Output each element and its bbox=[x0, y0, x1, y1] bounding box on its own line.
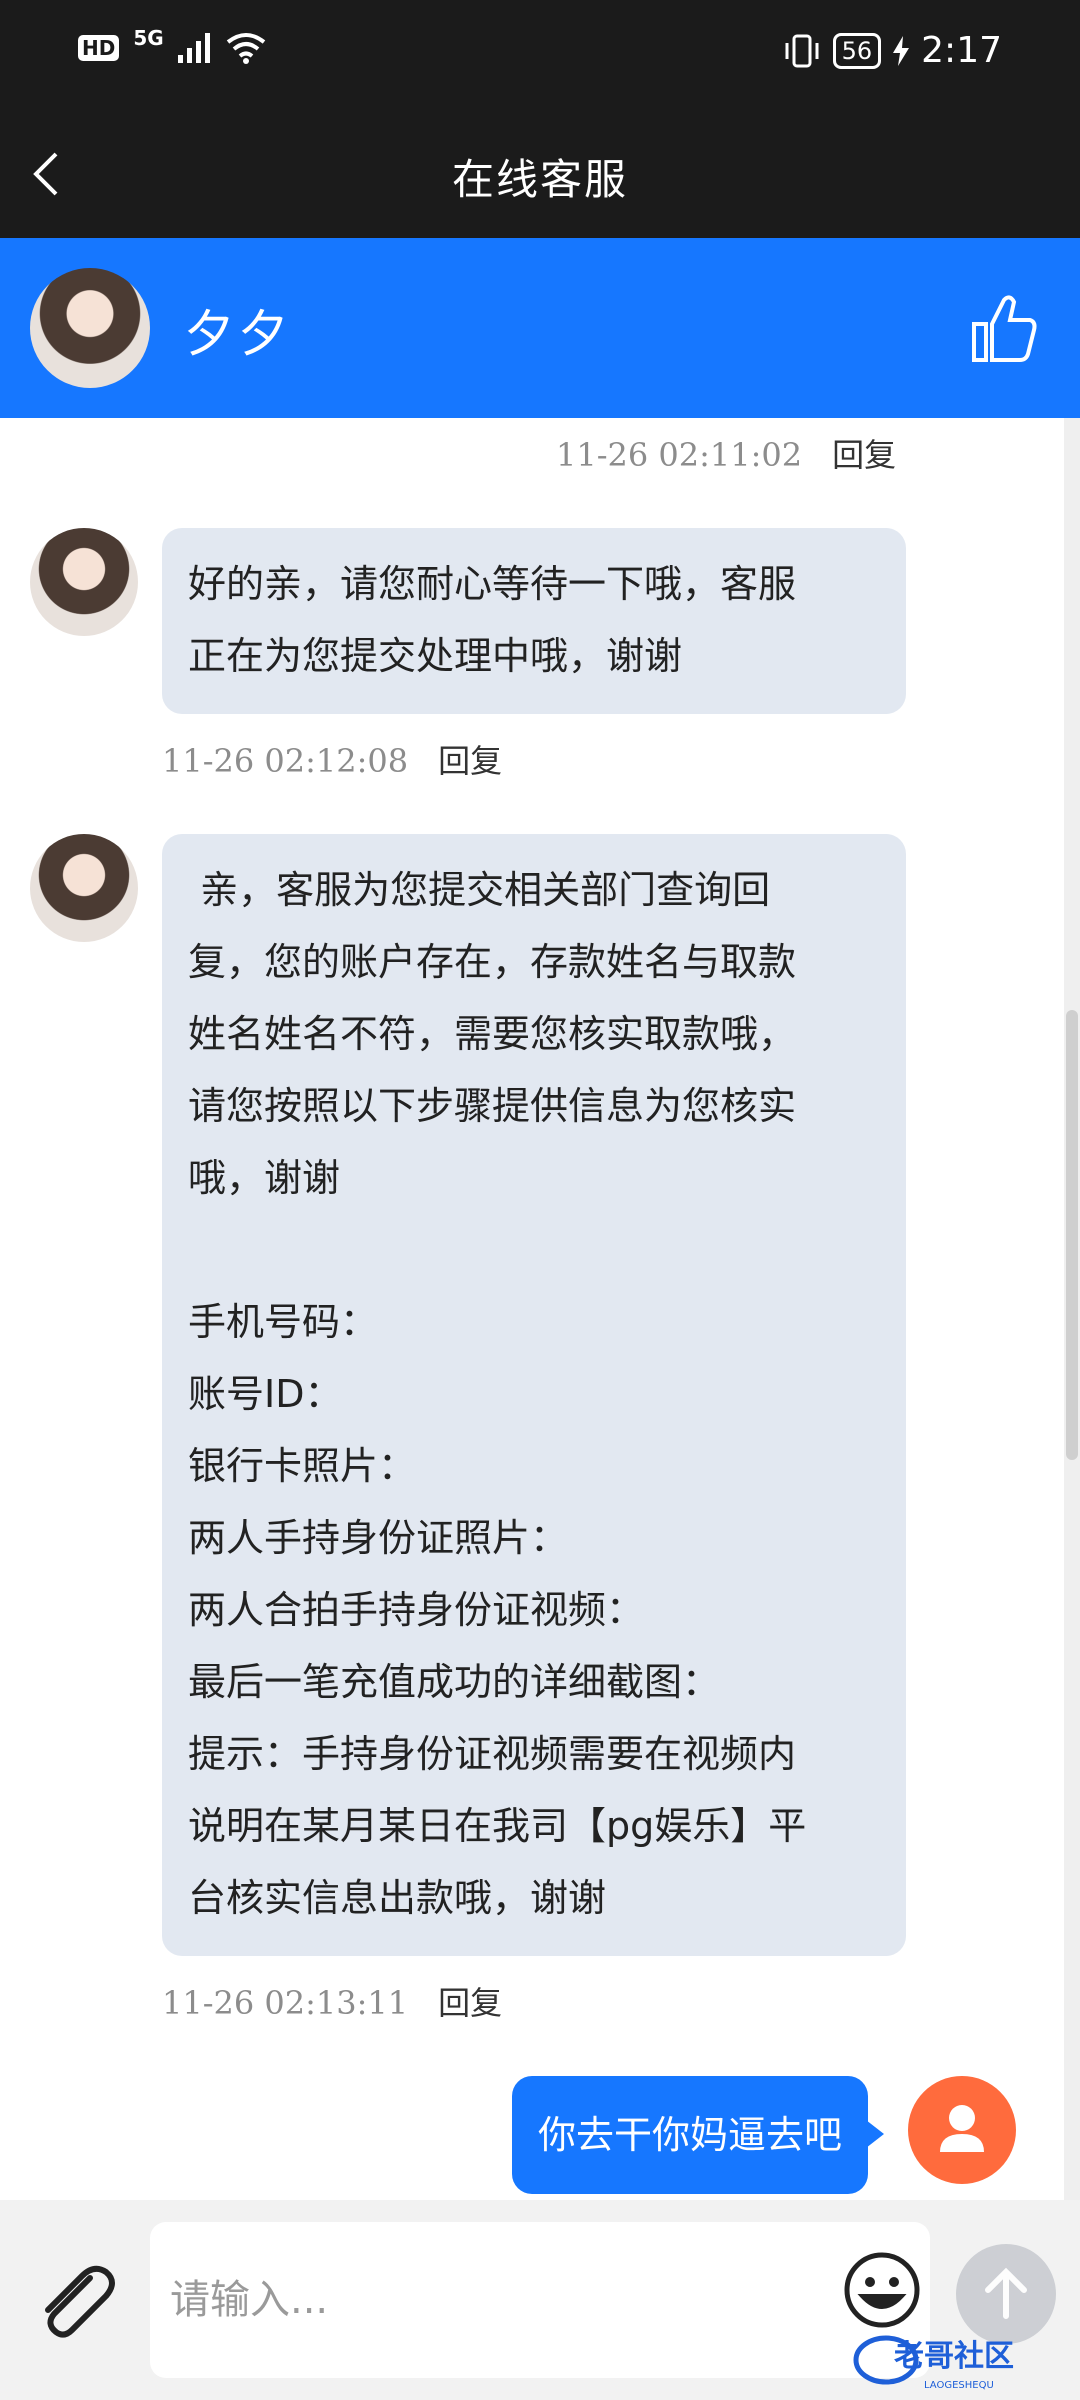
paperclip-icon[interactable] bbox=[30, 2256, 122, 2348]
arrow-up-icon bbox=[985, 2267, 1027, 2319]
agent-message-avatar bbox=[30, 528, 138, 636]
message-time: 11-26 02:11:02 bbox=[556, 436, 803, 474]
reply-button[interactable]: 回复 bbox=[832, 436, 896, 474]
watermark-logo: 老哥社区 LAOGESHEQU bbox=[853, 2335, 1014, 2391]
message-input[interactable] bbox=[150, 2222, 930, 2378]
agent-message-bubble: 好的亲，请您耐心等待一下哦，客服 正在为您提交处理中哦，谢谢 bbox=[162, 528, 906, 714]
message-time: 11-26 02:13:11 bbox=[162, 1984, 409, 2022]
network-label: 5G bbox=[133, 26, 164, 50]
status-right: 56 2:17 bbox=[783, 30, 1002, 71]
agent-message-bubble: 亲，客服为您提交相关部门查询回 复，您的账户存在，存款姓名与取款 姓名姓名不符，… bbox=[162, 834, 906, 1956]
emoji-icon[interactable] bbox=[842, 2250, 922, 2330]
agent-header: 夕夕 bbox=[0, 238, 1080, 418]
watermark-subtext: LAOGESHEQU bbox=[924, 2380, 994, 2391]
agent-message-avatar bbox=[30, 834, 138, 942]
scrollbar-thumb[interactable] bbox=[1066, 1010, 1078, 1460]
chat-area[interactable]: 11-26 02:11:02 回复 好的亲，请您耐心等待一下哦，客服 正在为您提交… bbox=[0, 418, 1064, 2200]
status-left: HD 5G bbox=[78, 26, 266, 64]
watermark-text: 老哥社区 bbox=[894, 2339, 1014, 2374]
hd-badge: HD bbox=[78, 35, 120, 61]
agent-avatar bbox=[30, 268, 150, 388]
vibrate-icon bbox=[785, 34, 819, 67]
signal-icon bbox=[177, 33, 210, 63]
reply-button[interactable]: 回复 bbox=[438, 1984, 502, 2022]
message-time: 11-26 02:12:08 bbox=[162, 742, 409, 780]
title-bar: 在线客服 bbox=[0, 110, 1080, 238]
message-meta: 11-26 02:11:02 回复 bbox=[556, 430, 896, 476]
charging-icon bbox=[893, 35, 910, 66]
agent-name: 夕夕 bbox=[184, 305, 292, 363]
send-button[interactable] bbox=[956, 2244, 1056, 2344]
wifi-icon bbox=[226, 33, 265, 64]
thumbs-up-icon[interactable] bbox=[970, 292, 1038, 364]
message-meta: 11-26 02:12:08 回复 bbox=[162, 736, 502, 782]
battery-level: 56 bbox=[832, 32, 882, 69]
user-avatar bbox=[908, 2076, 1016, 2184]
status-bar: HD 5G 56 2:17 bbox=[0, 0, 1080, 110]
page-title: 在线客服 bbox=[451, 155, 628, 204]
clock: 2:17 bbox=[921, 30, 1002, 71]
reply-button[interactable]: 回复 bbox=[438, 742, 502, 780]
user-message-bubble: 你去干你妈逼去吧 bbox=[511, 2076, 885, 2194]
user-icon bbox=[940, 2105, 984, 2152]
message-meta: 11-26 02:13:11 回复 bbox=[162, 1978, 502, 2024]
